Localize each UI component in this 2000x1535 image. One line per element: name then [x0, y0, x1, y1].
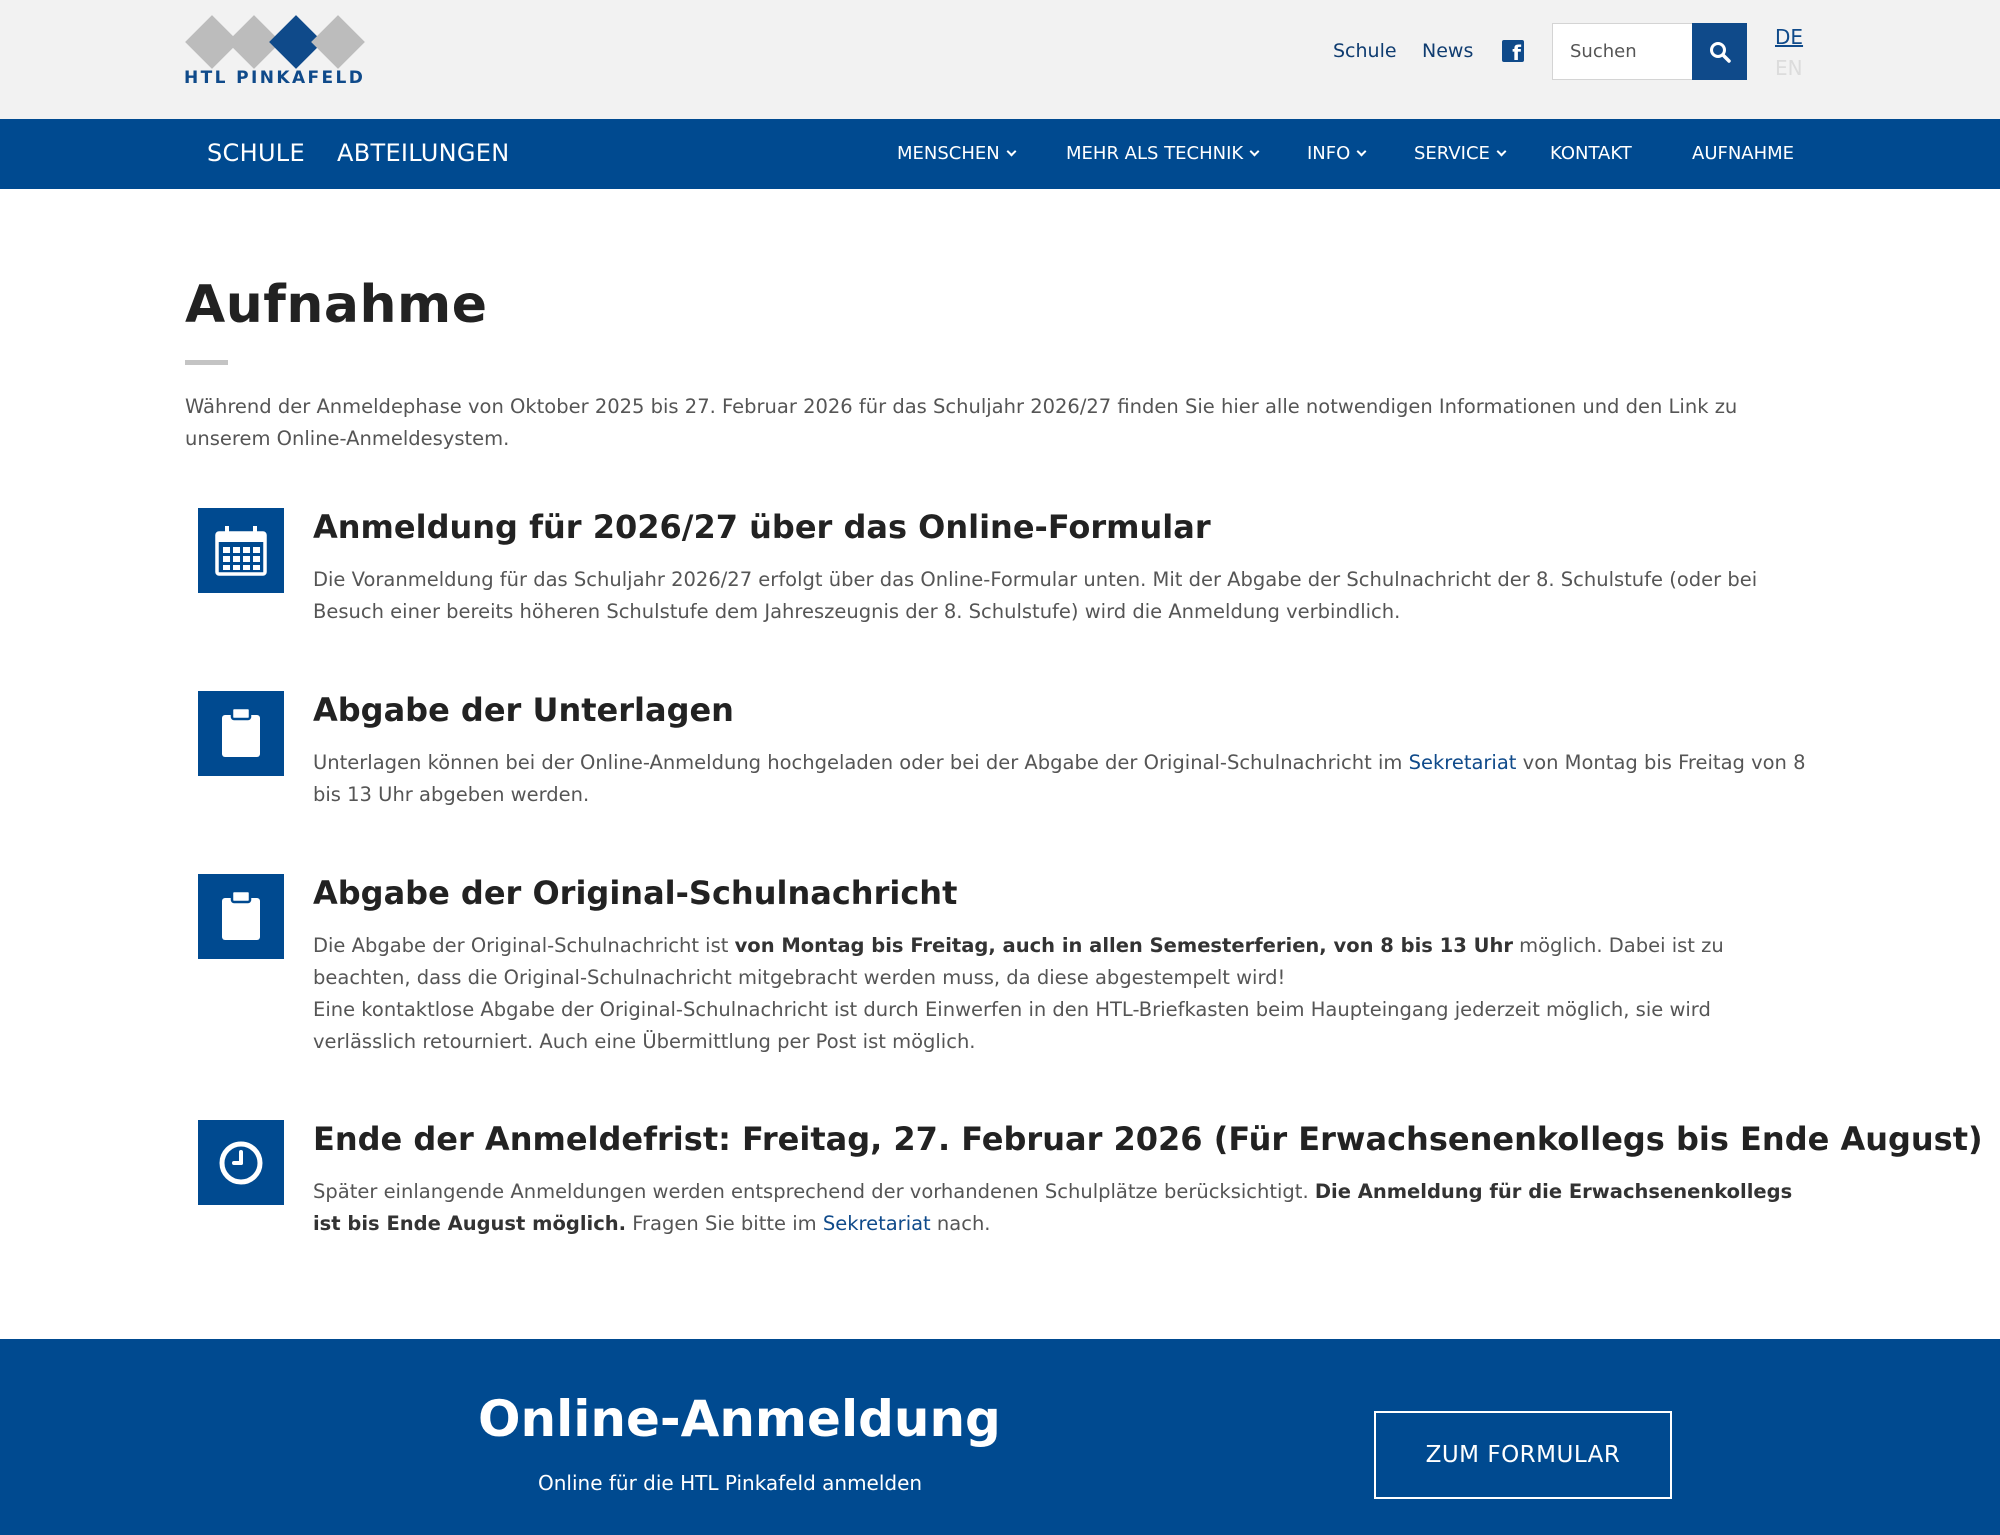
top-link-news[interactable]: News: [1422, 40, 1473, 62]
section-body: Die Voranmeldung für das Schuljahr 2026/…: [313, 568, 1758, 623]
body-text: Unterlagen können bei der Online-Anmeldu…: [313, 751, 1409, 774]
section-title: Anmeldung für 2026/27 über das Online-Fo…: [313, 508, 1211, 546]
chevron-down-icon: [1249, 146, 1260, 157]
chevron-down-icon: [1496, 146, 1507, 157]
banner-title: Online-Anmeldung: [478, 1390, 1001, 1448]
nav-mehr-als-technik[interactable]: MEHR ALS TECHNIK: [1066, 143, 1260, 164]
sekretariat-link[interactable]: Sekretariat: [1409, 751, 1517, 774]
body-text: Die Abgabe der Original-Schulnachricht i…: [313, 934, 735, 957]
nav-schule[interactable]: SCHULE: [207, 139, 305, 167]
logo-text: HTL PINKAFELD: [184, 68, 366, 88]
chevron-down-icon: [1006, 146, 1017, 157]
search-icon: [1710, 42, 1731, 63]
section-body: Unterlagen können bei der Online-Anmeldu…: [313, 747, 1808, 811]
online-anmeldung-banner: Online-Anmeldung Online für die HTL Pink…: [0, 1339, 2000, 1535]
nav-kontakt[interactable]: KONTAKT: [1550, 143, 1632, 164]
language-de-link[interactable]: DE: [1775, 25, 1803, 49]
nav-menschen[interactable]: MENSCHEN: [897, 143, 1017, 164]
site-logo[interactable]: HTL PINKAFELD: [184, 15, 366, 92]
body-text: Fragen Sie bitte im: [626, 1212, 823, 1235]
title-divider: [185, 360, 228, 365]
section-body: Die Abgabe der Original-Schulnachricht i…: [313, 930, 1808, 1058]
nav-info[interactable]: INFO: [1307, 143, 1367, 164]
top-bar: HTL PINKAFELD Schule News f DE EN: [0, 0, 2000, 119]
facebook-icon[interactable]: f: [1502, 40, 1524, 62]
intro-text: Während der Anmeldephase von Oktober 202…: [185, 395, 1738, 450]
body-text: nach.: [930, 1212, 991, 1235]
search-input[interactable]: [1552, 23, 1693, 80]
page-title: Aufnahme: [185, 275, 488, 335]
nav-service[interactable]: SERVICE: [1414, 143, 1507, 164]
zum-formular-button[interactable]: ZUM FORMULAR: [1374, 1411, 1672, 1499]
section-title: Abgabe der Original-Schulnachricht: [313, 874, 958, 912]
search-button[interactable]: [1692, 23, 1747, 80]
top-link-schule[interactable]: Schule: [1333, 40, 1397, 62]
logo-diamond-icon: [311, 15, 365, 69]
clipboard-icon: [198, 691, 284, 776]
calendar-icon: [198, 508, 284, 593]
nav-aufnahme[interactable]: AUFNAHME: [1692, 143, 1794, 164]
chevron-down-icon: [1356, 146, 1367, 157]
nav-label: MEHR ALS TECHNIK: [1066, 143, 1244, 164]
nav-label: SERVICE: [1414, 143, 1490, 164]
body-bold: von Montag bis Freitag, auch in allen Se…: [734, 934, 1513, 957]
nav-label: MENSCHEN: [897, 143, 1000, 164]
clock-icon: [198, 1120, 284, 1205]
section-body: Später einlangende Anmeldungen werden en…: [313, 1176, 1808, 1240]
main-nav: SCHULE ABTEILUNGEN MENSCHEN MEHR ALS TEC…: [0, 119, 2000, 189]
language-en-link[interactable]: EN: [1775, 56, 1803, 80]
clipboard-icon: [198, 874, 284, 959]
nav-abteilungen[interactable]: ABTEILUNGEN: [337, 139, 510, 167]
section-title: Abgabe der Unterlagen: [313, 691, 734, 729]
body-text: Später einlangende Anmeldungen werden en…: [313, 1180, 1315, 1203]
body-text: Eine kontaktlose Abgabe der Original-Sch…: [313, 998, 1711, 1053]
section-title: Ende der Anmeldefrist: Freitag, 27. Febr…: [313, 1120, 1983, 1158]
nav-label: INFO: [1307, 143, 1351, 164]
banner-subtitle: Online für die HTL Pinkafeld anmelden: [538, 1471, 923, 1495]
sekretariat-link[interactable]: Sekretariat: [823, 1212, 931, 1235]
